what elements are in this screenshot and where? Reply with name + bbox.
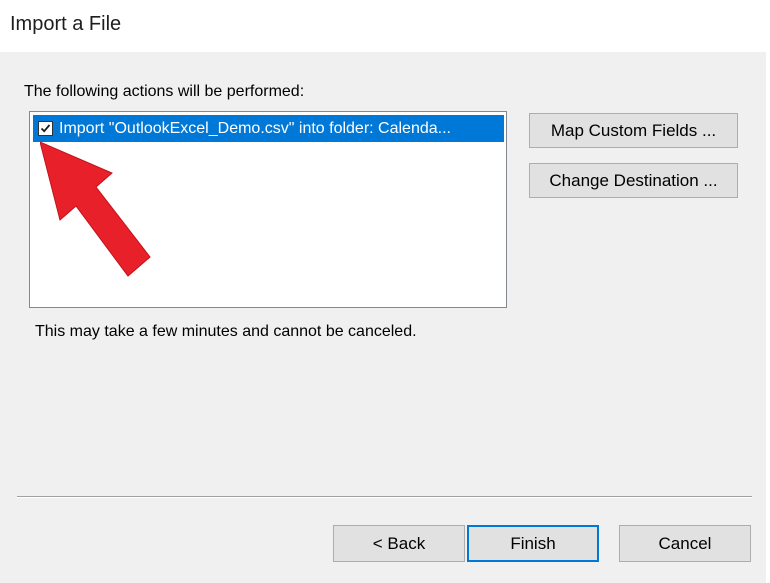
action-checkbox[interactable] — [38, 121, 53, 136]
finish-button[interactable]: Finish — [467, 525, 599, 562]
title-bar: Import a File — [0, 0, 770, 52]
dialog-title: Import a File — [10, 13, 122, 35]
change-destination-button[interactable]: Change Destination ... — [529, 163, 738, 198]
duration-notice: This may take a few minutes and cannot b… — [35, 323, 417, 340]
checkmark-icon — [40, 124, 51, 133]
map-custom-fields-button[interactable]: Map Custom Fields ... — [529, 113, 738, 148]
back-button[interactable]: < Back — [333, 525, 465, 562]
action-label: Import "OutlookExcel_Demo.csv" into fold… — [59, 119, 451, 137]
red-arrow-pointer-icon — [40, 142, 151, 277]
cancel-button[interactable]: Cancel — [619, 525, 751, 562]
list-item[interactable]: Import "OutlookExcel_Demo.csv" into fold… — [33, 115, 504, 142]
import-file-dialog: Import a File The following actions will… — [0, 0, 770, 583]
actions-label: The following actions will be performed: — [24, 83, 305, 100]
footer-separator-highlight — [17, 497, 752, 498]
window-edge — [766, 52, 770, 583]
